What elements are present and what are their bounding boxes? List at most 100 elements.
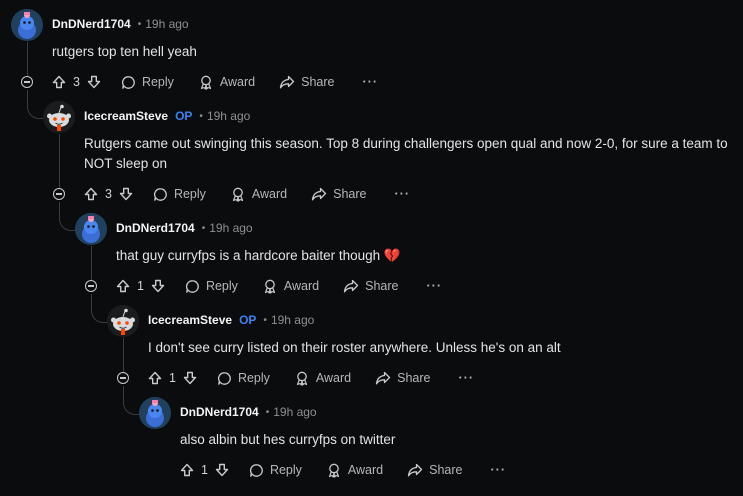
award-label: Award [251,187,288,201]
share-button[interactable]: Share [311,187,367,201]
separator-dot: • [263,314,267,326]
collapse-thread-button[interactable] [85,280,97,292]
reply-label: Reply [141,75,174,89]
reply-button[interactable]: Reply [121,75,174,90]
vote-count: 1 [201,463,208,477]
author-name[interactable]: DnDNerd1704 [116,221,195,235]
op-badge: OP [239,313,257,327]
avatar[interactable] [43,101,75,133]
avatar[interactable] [75,213,107,245]
share-button[interactable]: Share [343,279,399,293]
share-label: Share [429,463,463,477]
reply-button[interactable]: Reply [217,371,270,386]
timestamp: 19h ago [209,221,253,235]
reply-icon [185,279,199,293]
comment-actions: 1 Reply Award Share ··· [180,458,506,482]
share-label: Share [397,371,431,385]
avatar[interactable] [107,305,139,337]
award-label: Award [283,279,320,293]
op-badge: OP [175,109,193,123]
avatar[interactable] [11,9,43,41]
downvote-icon[interactable] [151,279,165,293]
collapse-thread-button[interactable] [21,76,33,88]
award-button[interactable]: Award [198,75,255,90]
comment-body: that guy curryfps is a hardcore baiter t… [116,248,401,263]
reply-button[interactable]: Reply [153,187,206,202]
collapse-thread-button[interactable] [53,188,65,200]
share-label: Share [333,187,367,201]
author-name[interactable]: IcecreamSteve [84,109,168,123]
reply-label: Reply [269,463,302,477]
award-button[interactable]: Award [262,279,319,294]
reply-icon [121,75,135,89]
vote-count: 3 [73,75,80,89]
share-button[interactable]: Share [375,371,431,385]
thread-line [91,246,92,280]
comment-body: Rutgers came out swinging this season. T… [84,136,728,171]
vote-count: 1 [137,279,144,293]
more-options-icon[interactable]: ··· [427,279,443,293]
reply-label: Reply [205,279,238,293]
comment-body: rutgers top ten hell yeah [52,44,197,59]
collapse-thread-button[interactable] [117,372,129,384]
reply-button[interactable]: Reply [185,279,238,294]
downvote-icon[interactable] [183,371,197,385]
award-label: Award [219,75,256,89]
award-icon [264,279,276,294]
downvote-icon[interactable] [215,463,229,477]
upvote-icon[interactable] [116,279,130,293]
comment-meta: DnDNerd1704 • 19h ago [180,403,317,421]
vote-count: 3 [105,187,112,201]
separator-dot: • [201,222,206,234]
share-icon [407,463,423,477]
downvote-icon[interactable] [87,75,101,89]
award-icon [328,463,340,478]
share-icon [343,279,359,293]
share-icon [311,187,327,201]
award-button[interactable]: Award [326,463,383,478]
timestamp: 19h ago [270,313,315,327]
comment-body: also albin but hes curryfps on twitter [180,432,396,447]
timestamp: 19h ago [206,109,251,123]
share-icon [375,371,391,385]
award-label: Award [315,371,352,385]
award-button[interactable]: Award [294,371,351,386]
reply-icon [153,187,167,201]
upvote-icon[interactable] [52,75,66,89]
author-name[interactable]: IcecreamSteve [148,313,232,327]
reply-label: Reply [173,187,206,201]
avatar[interactable] [139,397,171,429]
award-label: Award [347,463,384,477]
separator-dot: • [265,406,270,418]
reply-button[interactable]: Reply [249,463,302,478]
more-options-icon[interactable]: ··· [491,463,507,477]
timestamp: 19h ago [273,405,317,419]
thread-line [123,338,124,372]
comment-actions: 3 Reply Award Share ··· [84,182,410,206]
share-button[interactable]: Share [407,463,463,477]
comment-actions: 3 Reply Award Share ··· [52,70,378,94]
author-name[interactable]: DnDNerd1704 [52,17,131,31]
more-options-icon[interactable]: ··· [459,371,475,385]
reply-icon [217,371,231,385]
share-label: Share [365,279,399,293]
comment-actions: 1 Reply Award Share ··· [116,274,442,298]
comment-actions: 1 Reply Award Share ··· [148,366,474,390]
upvote-icon[interactable] [180,463,194,477]
comment-meta: DnDNerd1704 • 19h ago [116,219,253,237]
author-name[interactable]: DnDNerd1704 [180,405,259,419]
award-button[interactable]: Award [230,187,287,202]
reply-label: Reply [237,371,270,385]
award-icon [296,371,308,386]
upvote-icon[interactable] [148,371,162,385]
comment-body: I don't see curry listed on their roster… [148,340,561,355]
award-icon [232,187,244,202]
share-button[interactable]: Share [279,75,335,89]
more-options-icon[interactable]: ··· [395,187,411,201]
separator-dot: • [137,18,142,30]
more-options-icon[interactable]: ··· [363,75,379,89]
share-label: Share [301,75,335,89]
share-icon [279,75,295,89]
downvote-icon[interactable] [119,187,133,201]
upvote-icon[interactable] [84,187,98,201]
